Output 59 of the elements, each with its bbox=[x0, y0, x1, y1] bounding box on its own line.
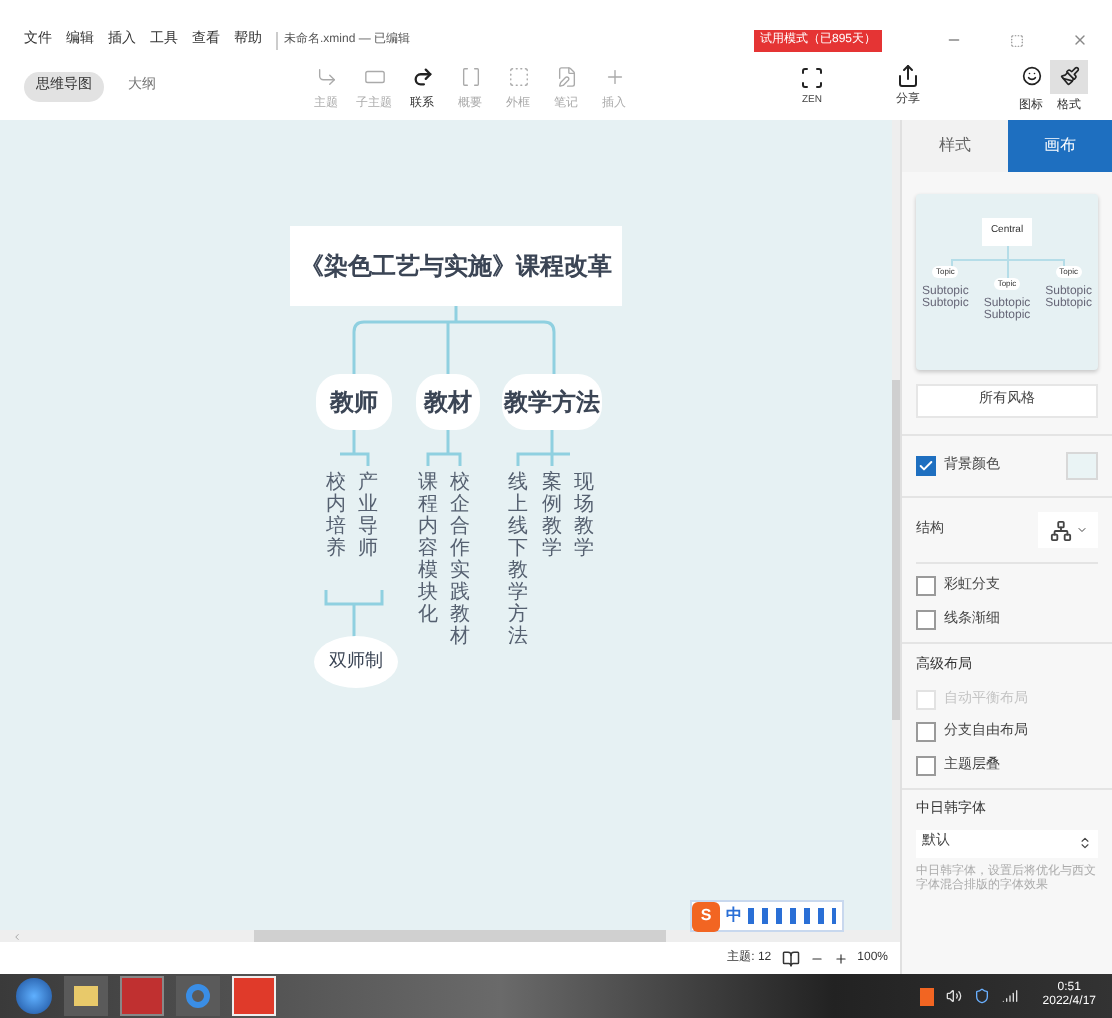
subtopic-text[interactable]: 校企合作实践教材 bbox=[450, 472, 470, 648]
pen-note-icon bbox=[555, 65, 577, 87]
subtopic-text[interactable]: 产业导师 bbox=[358, 472, 378, 560]
ime-tools-icon bbox=[748, 908, 836, 924]
panel-tab[interactable]: 画布 bbox=[1007, 120, 1112, 172]
share-icon bbox=[896, 64, 920, 88]
rectangle-icon bbox=[363, 65, 385, 87]
ime-mode: 中 bbox=[726, 904, 742, 928]
branch-topic[interactable]: 教材 bbox=[416, 374, 480, 430]
subtopic-text[interactable]: 案例教学 bbox=[542, 472, 562, 560]
brush-icon bbox=[1059, 66, 1079, 86]
check-icon bbox=[918, 458, 934, 474]
folder-app-icon[interactable] bbox=[64, 976, 108, 1016]
updown-icon bbox=[1078, 836, 1092, 850]
color-swatch[interactable] bbox=[1066, 452, 1098, 480]
vertical-scrollbar[interactable] bbox=[892, 120, 900, 930]
close-icon[interactable] bbox=[1072, 32, 1088, 48]
zoom-in-icon[interactable] bbox=[833, 951, 848, 965]
ime-logo: S bbox=[692, 901, 720, 931]
branch-topic[interactable]: 教师 bbox=[316, 374, 392, 430]
scroll-left-icon[interactable] bbox=[12, 931, 22, 941]
connector-line bbox=[340, 428, 370, 468]
connector-line bbox=[516, 428, 570, 468]
checkbox[interactable] bbox=[916, 576, 936, 597]
horizontal-scrollbar[interactable] bbox=[0, 930, 900, 942]
subtopic-text[interactable]: 课程内容模块化 bbox=[418, 472, 438, 626]
mindmap-app-icon[interactable] bbox=[232, 976, 276, 1016]
plus-icon bbox=[603, 65, 625, 87]
book-icon[interactable] bbox=[781, 949, 800, 967]
curved-arrow-icon bbox=[411, 65, 433, 87]
fullscreen-icon bbox=[800, 65, 824, 90]
subtopic-text[interactable]: 线上线下教学方法 bbox=[508, 472, 528, 648]
ime-tray-icon[interactable] bbox=[920, 987, 935, 1005]
speaker-icon[interactable] bbox=[946, 988, 963, 1004]
dashed-square-icon bbox=[507, 65, 529, 87]
shield-icon[interactable] bbox=[974, 988, 991, 1004]
summary-bracket bbox=[324, 590, 384, 638]
corner-arrow-icon bbox=[315, 65, 337, 87]
subtopic-text[interactable]: 校内培养 bbox=[326, 472, 346, 560]
checkbox[interactable] bbox=[916, 722, 936, 743]
summary-topic[interactable]: 双师制 bbox=[314, 636, 398, 688]
bracket-icon bbox=[459, 65, 481, 87]
structure-icon bbox=[1049, 519, 1071, 541]
connector-line bbox=[426, 428, 462, 468]
root-topic[interactable]: 《染色工艺与实施》课程改革 bbox=[290, 226, 622, 306]
smiley-icon bbox=[1021, 66, 1041, 86]
chevron-down-icon bbox=[1075, 524, 1087, 536]
office-app-icon[interactable] bbox=[120, 976, 164, 1016]
structure-dropdown[interactable] bbox=[1038, 512, 1098, 548]
subtopic-text[interactable]: 现场教学 bbox=[574, 472, 594, 560]
panel-tab[interactable]: 样式 bbox=[902, 120, 1007, 172]
start-orb-icon[interactable] bbox=[16, 978, 52, 1014]
checkbox[interactable] bbox=[916, 456, 936, 476]
browser-app-icon[interactable] bbox=[176, 976, 220, 1016]
checkbox[interactable] bbox=[916, 755, 936, 776]
branch-topic[interactable]: 教学方法 bbox=[502, 374, 602, 430]
signal-icon[interactable] bbox=[1002, 988, 1019, 1004]
checkbox[interactable] bbox=[916, 609, 936, 630]
ime-toolbar[interactable]: S 中 bbox=[690, 900, 844, 932]
